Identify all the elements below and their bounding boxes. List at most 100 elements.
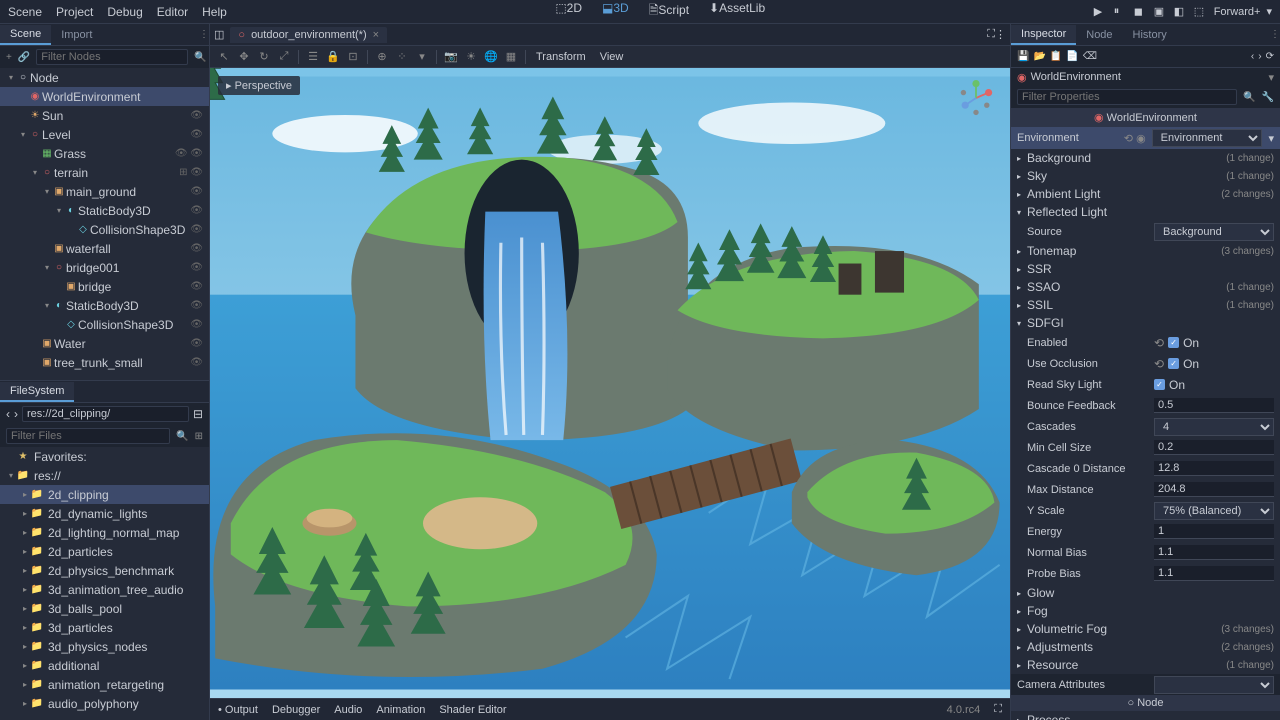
scene-node[interactable]: ▾○bridge001👁 bbox=[0, 258, 209, 277]
select-tool-icon[interactable]: ↖ bbox=[216, 49, 232, 65]
path-input[interactable] bbox=[22, 406, 189, 422]
inspector-category[interactable]: ▸Fog bbox=[1011, 602, 1280, 620]
fs-item[interactable]: ▸📁3d_balls_pool bbox=[0, 599, 209, 618]
load-icon[interactable]: 📂 bbox=[1033, 51, 1045, 62]
inspector-category[interactable]: ▸Background(1 change) bbox=[1011, 149, 1280, 167]
inspector-category[interactable]: ▸Volumetric Fog(3 changes) bbox=[1011, 620, 1280, 638]
menu-scene[interactable]: Scene bbox=[8, 5, 42, 19]
scene-node[interactable]: ◇CollisionShape3D👁 bbox=[0, 220, 209, 239]
inspector-category[interactable]: ▸Ambient Light(2 changes) bbox=[1011, 185, 1280, 203]
group-icon[interactable]: ⊡ bbox=[345, 49, 361, 65]
menu-debug[interactable]: Debug bbox=[107, 5, 142, 19]
sun-icon[interactable]: ☀ bbox=[463, 49, 479, 65]
scene-node[interactable]: ▾▣main_ground👁 bbox=[0, 182, 209, 201]
tab-history[interactable]: History bbox=[1123, 26, 1177, 44]
clear-icon[interactable]: ⌫ bbox=[1083, 51, 1097, 62]
tab-inspector[interactable]: Inspector bbox=[1011, 25, 1076, 45]
scene-node[interactable]: ▣Water👁 bbox=[0, 334, 209, 353]
lock-icon[interactable]: 🔒 bbox=[325, 49, 341, 65]
inspector-category[interactable]: ▸Adjustments(2 changes) bbox=[1011, 638, 1280, 656]
add-node-icon[interactable]: + bbox=[6, 52, 12, 63]
prop-y-scale[interactable]: Y Scale75% (Balanced) bbox=[1011, 500, 1280, 521]
fs-item[interactable]: ▸📁3d_physics_nodes bbox=[0, 637, 209, 656]
scene-node[interactable]: ▣tree_trunk_small👁 bbox=[0, 353, 209, 372]
split-icon[interactable]: ⊟ bbox=[193, 407, 203, 421]
grid-icon[interactable]: ⊞ bbox=[195, 431, 203, 442]
scene-node[interactable]: ▾○terrain⊞ 👁 bbox=[0, 163, 209, 182]
search-icon[interactable]: 🔍 bbox=[176, 431, 188, 442]
inspector-category[interactable]: ▸Sky(1 change) bbox=[1011, 167, 1280, 185]
bottom-tab-audio[interactable]: Audio bbox=[334, 704, 362, 716]
prop-probe-bias[interactable]: Probe Bias bbox=[1011, 563, 1280, 584]
inspector-body[interactable]: ◉ WorldEnvironmentEnvironment⟲ ◉Environm… bbox=[1011, 108, 1280, 720]
camera-attributes[interactable]: Camera Attributes bbox=[1011, 674, 1280, 695]
fs-item[interactable]: ▾📁res:// bbox=[0, 466, 209, 485]
movie-icon[interactable]: ⬚ bbox=[1194, 5, 1208, 19]
view-gizmo[interactable] bbox=[958, 80, 994, 116]
fs-item[interactable]: ▸📁2d_lighting_normal_map bbox=[0, 523, 209, 542]
tab-import[interactable]: Import bbox=[51, 26, 102, 44]
menu-help[interactable]: Help bbox=[202, 5, 227, 19]
fs-item[interactable]: ▸📁3d_particles bbox=[0, 618, 209, 637]
local-space-icon[interactable]: ⊕ bbox=[374, 49, 390, 65]
history-back-icon[interactable]: ‹ bbox=[1251, 51, 1254, 62]
view-menu[interactable]: View bbox=[600, 51, 624, 63]
inspector-category[interactable]: ▸SSIL(1 change) bbox=[1011, 296, 1280, 314]
snap-icon[interactable]: ⁘ bbox=[394, 49, 410, 65]
tab-node[interactable]: Node bbox=[1076, 26, 1122, 44]
filesystem-tab[interactable]: FileSystem bbox=[0, 382, 74, 402]
prop-cascade-0-distance[interactable]: Cascade 0 Distance bbox=[1011, 458, 1280, 479]
prop-source[interactable]: SourceBackground bbox=[1011, 221, 1280, 242]
history-icon[interactable]: ⟳ bbox=[1266, 51, 1274, 62]
scene-list-icon[interactable]: ◫ bbox=[214, 28, 224, 41]
inspector-category[interactable]: ▸Tonemap(3 changes) bbox=[1011, 242, 1280, 260]
scene-node[interactable]: ▾○Node bbox=[0, 68, 209, 87]
filter-files-input[interactable] bbox=[6, 428, 170, 444]
scene-tree[interactable]: ▾○Node◉WorldEnvironment☀Sun👁▾○Level👁▦Gra… bbox=[0, 68, 209, 380]
scene-node[interactable]: ▾◐StaticBody3D👁 bbox=[0, 296, 209, 315]
back-icon[interactable]: ‹ bbox=[6, 407, 10, 421]
link-icon[interactable]: 🔗 bbox=[18, 52, 30, 63]
history-fwd-icon[interactable]: › bbox=[1258, 51, 1261, 62]
workspace-assetlib[interactable]: ⬇AssetLib bbox=[701, 0, 773, 24]
bottom-tab-shader-editor[interactable]: Shader Editor bbox=[439, 704, 506, 716]
render-mode-select[interactable]: Forward+ bbox=[1214, 6, 1261, 18]
prop-normal-bias[interactable]: Normal Bias bbox=[1011, 542, 1280, 563]
fs-item[interactable]: ★Favorites: bbox=[0, 447, 209, 466]
scene-node[interactable]: ▣bridge👁 bbox=[0, 277, 209, 296]
fs-item[interactable]: ▸📁audio_polyphony bbox=[0, 694, 209, 713]
copy-icon[interactable]: 📋 bbox=[1050, 51, 1062, 62]
save-icon[interactable]: 💾 bbox=[1017, 51, 1029, 62]
preview-icon[interactable]: ▦ bbox=[503, 49, 519, 65]
prop-energy[interactable]: Energy bbox=[1011, 521, 1280, 542]
play-icon[interactable]: ▶ bbox=[1094, 5, 1108, 19]
rotate-tool-icon[interactable]: ↻ bbox=[256, 49, 272, 65]
snap-options-icon[interactable]: ▾ bbox=[414, 49, 430, 65]
scene-node[interactable]: ☀Sun👁 bbox=[0, 106, 209, 125]
dock-menu-icon[interactable]: ⋮ bbox=[199, 29, 209, 40]
fs-item[interactable]: ▸📁2d_dynamic_lights bbox=[0, 504, 209, 523]
close-icon[interactable]: × bbox=[373, 29, 379, 41]
pause-icon[interactable]: ⏸ bbox=[1114, 5, 1128, 19]
prop-enabled[interactable]: Enabled⟲ ✓ On bbox=[1011, 332, 1280, 353]
dock-menu-icon[interactable]: ⋮ bbox=[1270, 29, 1280, 40]
env-icon[interactable]: 🌐 bbox=[483, 49, 499, 65]
prop-max-distance[interactable]: Max Distance bbox=[1011, 479, 1280, 500]
move-tool-icon[interactable]: ✥ bbox=[236, 49, 252, 65]
workspace-script[interactable]: 🗎Script bbox=[641, 0, 697, 24]
filesystem-tree[interactable]: ★Favorites:▾📁res://▸📁2d_clipping▸📁2d_dyn… bbox=[0, 447, 209, 720]
inspector-category[interactable]: ▸Process bbox=[1011, 711, 1280, 720]
tab-scene[interactable]: Scene bbox=[0, 25, 51, 45]
filter-nodes-input[interactable] bbox=[36, 49, 188, 65]
prop-min-cell-size[interactable]: Min Cell Size bbox=[1011, 437, 1280, 458]
inspector-breadcrumb[interactable]: ◉WorldEnvironment▾ bbox=[1011, 68, 1280, 86]
viewport-3d[interactable]: ▸ Perspective bbox=[210, 68, 1010, 698]
inspector-category[interactable]: ▸SSR bbox=[1011, 260, 1280, 278]
menu-editor[interactable]: Editor bbox=[157, 5, 188, 19]
scale-tool-icon[interactable]: ⤢ bbox=[276, 49, 292, 65]
inspector-category[interactable]: ▾Reflected Light bbox=[1011, 203, 1280, 221]
prop-cascades[interactable]: Cascades4 bbox=[1011, 416, 1280, 437]
forward-icon[interactable]: › bbox=[14, 407, 18, 421]
workspace-2d[interactable]: ⬚2D bbox=[547, 0, 590, 24]
play-scene-icon[interactable]: ▣ bbox=[1154, 5, 1168, 19]
